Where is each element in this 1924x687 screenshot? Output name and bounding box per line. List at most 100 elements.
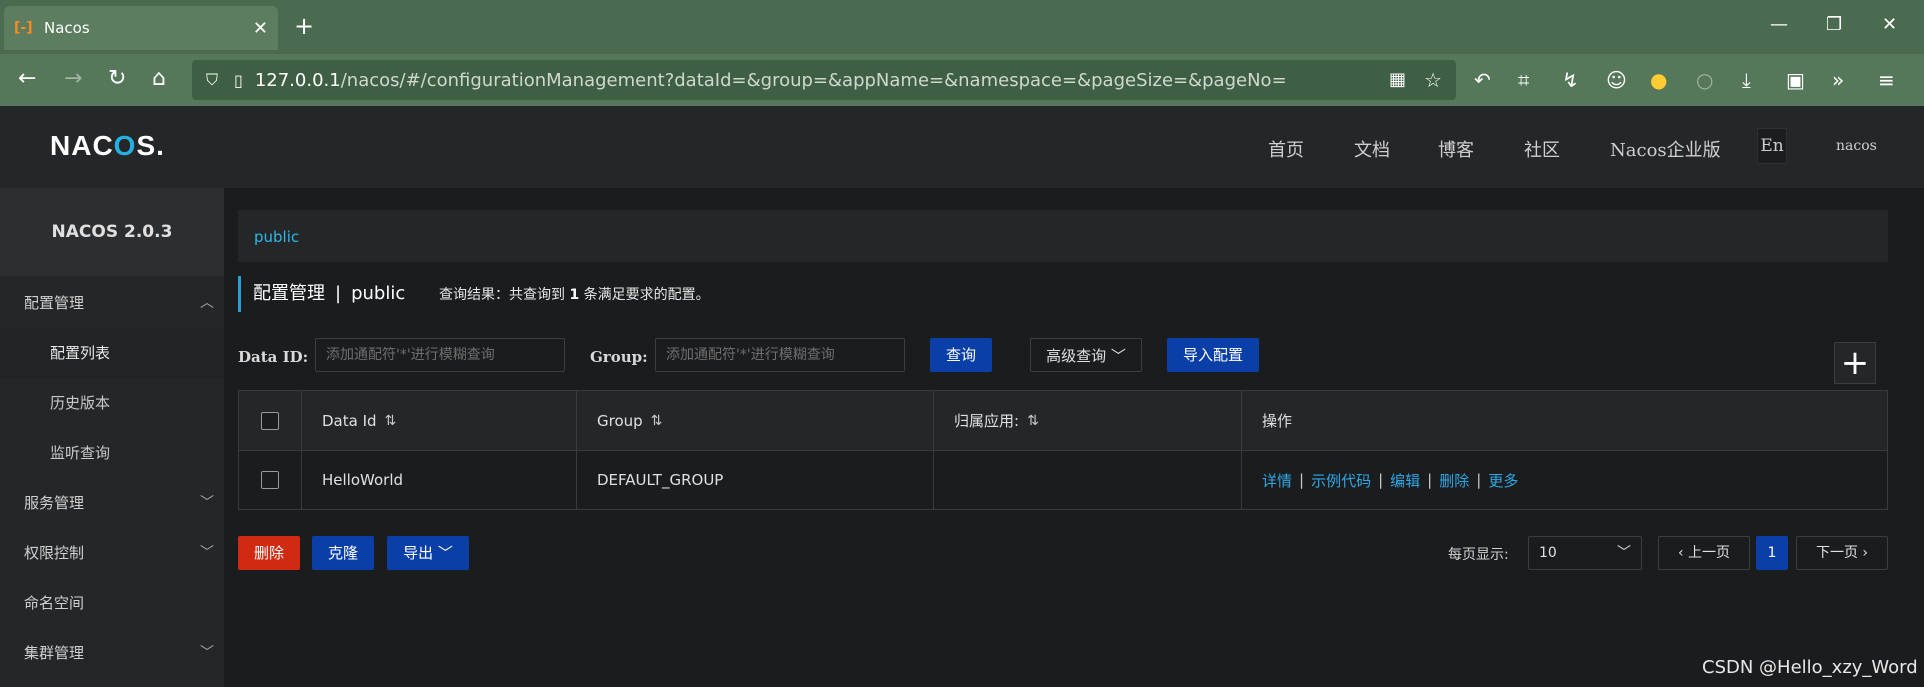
screenshot-extension-icon[interactable]: ▣ — [1786, 68, 1805, 92]
edit-link[interactable]: 编辑 — [1390, 470, 1420, 491]
chevron-down-icon: ﹀ — [200, 645, 214, 661]
sample-code-link[interactable]: 示例代码 — [1311, 470, 1371, 491]
app-header: NACOS. 首页 文档 博客 社区 Nacos企业版 En nacos — [0, 106, 1924, 188]
column-header-app[interactable]: 归属应用: ⇅ — [933, 391, 1241, 450]
delete-link[interactable]: 删除 — [1439, 470, 1469, 491]
nav-home[interactable]: 首页 — [1268, 136, 1304, 162]
page-number-current[interactable]: 1 — [1756, 536, 1788, 570]
page-size-label: 每页显示: — [1448, 547, 1509, 563]
browser-navbar: ← → ↻ ⌂ ⛉ ▯ 127.0.0.1/nacos/#/configurat… — [0, 54, 1924, 106]
crop-extension-icon[interactable]: ⌗ — [1518, 68, 1529, 92]
sort-icon[interactable]: ⇅ — [385, 413, 397, 429]
back-icon[interactable]: ← — [18, 66, 36, 91]
color-extension-icon[interactable]: ● — [1650, 68, 1667, 92]
sort-icon[interactable]: ⇅ — [1027, 413, 1039, 429]
table-header: Data Id ⇅ Group ⇅ 归属应用: ⇅ 操作 — [239, 391, 1887, 451]
bookmark-star-icon[interactable]: ☆ — [1424, 68, 1442, 92]
sidebar-brand: NACOS 2.0.3 — [0, 188, 224, 276]
select-all-checkbox[interactable] — [261, 411, 279, 430]
nav-enterprise[interactable]: Nacos企业版 — [1610, 136, 1721, 162]
config-table: Data Id ⇅ Group ⇅ 归属应用: ⇅ 操作 HelloWorld DEF… — [238, 390, 1888, 510]
query-button[interactable]: 查询 — [930, 338, 992, 372]
column-header-group[interactable]: Group ⇅ — [576, 391, 933, 450]
new-tab-icon[interactable]: + — [294, 12, 314, 40]
chevron-up-icon: ︿ — [200, 295, 214, 311]
next-page-button[interactable]: 下一页 › — [1796, 536, 1888, 570]
cell-group: DEFAULT_GROUP — [576, 451, 933, 509]
export-button[interactable]: 导出 ﹀ — [387, 536, 469, 570]
group-label: Group: — [590, 348, 648, 366]
restore-icon[interactable]: ❐ — [1826, 14, 1842, 35]
menu-icon[interactable]: ≡ — [1878, 68, 1895, 92]
csdn-watermark: CSDN @Hello_xzy_Word — [1702, 657, 1918, 678]
dataid-label: Data ID: — [238, 348, 309, 366]
spy-extension-icon[interactable]: ☺ — [1606, 68, 1627, 92]
page-info-icon[interactable]: ▯ — [234, 71, 243, 90]
query-result-text: 查询结果：共查询到 1 条满足要求的配置。 — [438, 287, 710, 303]
cell-actions: 详情 | 示例代码 | 编辑 | 删除 | 更多 — [1241, 451, 1887, 509]
home-icon[interactable]: ⌂ — [152, 66, 166, 91]
download-icon[interactable]: ⤓ — [1742, 68, 1751, 92]
select-all-checkbox-cell — [239, 391, 301, 450]
qr-code-icon[interactable]: ▦ — [1389, 69, 1406, 90]
sidebar-item-service-management[interactable]: 服务管理 ﹀ — [0, 478, 224, 528]
chevron-down-icon: ﹀ — [1110, 347, 1126, 365]
route-extension-icon[interactable]: ↯ — [1562, 68, 1579, 92]
forward-icon[interactable]: → — [64, 66, 82, 91]
nav-blog[interactable]: 博客 — [1438, 136, 1474, 162]
chevron-down-icon: ﹀ — [200, 545, 214, 561]
undo-extension-icon[interactable]: ↶ — [1474, 68, 1491, 92]
sidebar-item-access-control[interactable]: 权限控制 ﹀ — [0, 528, 224, 578]
overflow-chevrons-icon[interactable]: » — [1832, 68, 1844, 92]
circle-extension-icon[interactable]: ○ — [1696, 68, 1713, 92]
nav-docs[interactable]: 文档 — [1354, 136, 1390, 162]
more-link[interactable]: 更多 — [1488, 470, 1518, 491]
page-size-select[interactable]: 10 ﹀ — [1528, 536, 1642, 570]
address-bar[interactable]: ⛉ ▯ 127.0.0.1/nacos/#/configurationManag… — [192, 60, 1456, 100]
chevron-down-icon: ﹀ — [1617, 545, 1631, 561]
close-tab-icon[interactable]: ✕ — [253, 18, 268, 39]
sidebar: NACOS 2.0.3 配置管理 ︿ 配置列表 历史版本 监听查询 服务管理 ﹀ 权… — [0, 188, 224, 687]
clone-button[interactable]: 克隆 — [312, 536, 374, 570]
main-content: public 配置管理 | public 查询结果：共查询到 1 条满足要求的配置。… — [224, 188, 1924, 687]
chevron-right-icon: › — [1862, 545, 1869, 561]
page-title: 配置管理 | public 查询结果：共查询到 1 条满足要求的配置。 — [238, 276, 710, 312]
import-config-button[interactable]: 导入配置 — [1167, 338, 1259, 372]
shield-icon[interactable]: ⛉ — [206, 70, 218, 90]
add-config-button[interactable]: + — [1834, 342, 1876, 384]
user-name[interactable]: nacos — [1836, 138, 1877, 154]
reload-icon[interactable]: ↻ — [108, 66, 126, 91]
advanced-query-button[interactable]: 高级查询 ﹀ — [1030, 338, 1142, 372]
prev-page-button[interactable]: ‹ 上一页 — [1658, 536, 1750, 570]
sidebar-item-namespace[interactable]: 命名空间 — [0, 578, 224, 628]
tab-title: Nacos — [44, 19, 90, 37]
sidebar-item-config-management[interactable]: 配置管理 ︿ — [0, 278, 224, 328]
namespace-bar: public — [238, 210, 1888, 262]
nav-community[interactable]: 社区 — [1524, 136, 1560, 162]
cell-app — [933, 451, 1241, 509]
detail-link[interactable]: 详情 — [1262, 470, 1292, 491]
cell-data-id: HelloWorld — [301, 451, 576, 509]
sort-icon[interactable]: ⇅ — [651, 413, 663, 429]
column-header-data-id[interactable]: Data Id ⇅ — [301, 391, 576, 450]
nacos-favicon-icon: [-] — [14, 20, 33, 36]
browser-tab[interactable]: [-] Nacos ✕ — [4, 6, 278, 50]
sidebar-item-listener-query[interactable]: 监听查询 — [0, 428, 224, 478]
url-text[interactable]: 127.0.0.1/nacos/#/configurationManagemen… — [255, 70, 1287, 91]
dataid-input[interactable] — [315, 338, 565, 372]
language-switch-button[interactable]: En — [1757, 128, 1787, 164]
table-row: HelloWorld DEFAULT_GROUP 详情 | 示例代码 | 编辑 | 删… — [239, 451, 1887, 509]
browser-tabbar: [-] Nacos ✕ + — ❐ ✕ — [0, 0, 1924, 54]
chevron-down-icon: ﹀ — [437, 544, 453, 562]
column-header-actions: 操作 — [1241, 391, 1887, 450]
window-close-icon[interactable]: ✕ — [1882, 14, 1897, 35]
sidebar-item-config-list[interactable]: 配置列表 — [0, 328, 224, 378]
row-checkbox[interactable] — [261, 471, 279, 489]
nacos-logo[interactable]: NACOS. — [50, 130, 165, 162]
batch-delete-button[interactable]: 删除 — [238, 536, 300, 570]
sidebar-item-cluster-management[interactable]: 集群管理 ﹀ — [0, 628, 224, 678]
namespace-link-public[interactable]: public — [254, 228, 299, 246]
minimize-icon[interactable]: — — [1770, 14, 1788, 35]
sidebar-item-history[interactable]: 历史版本 — [0, 378, 224, 428]
group-input[interactable] — [655, 338, 905, 372]
